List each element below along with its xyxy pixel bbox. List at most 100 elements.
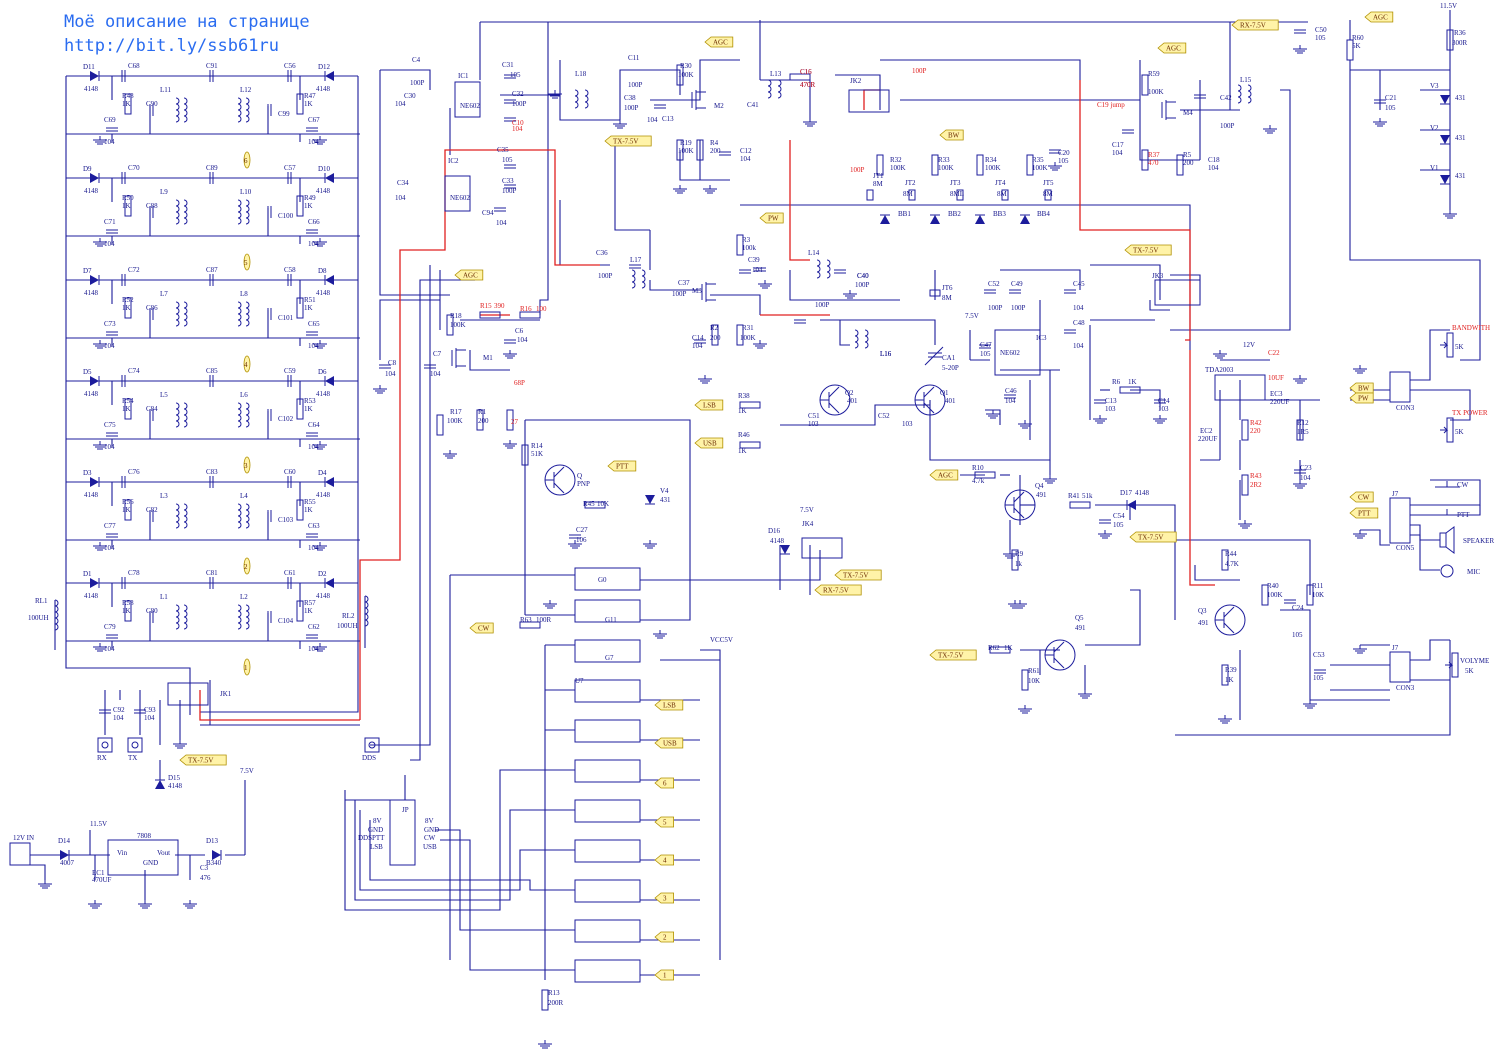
band-number: 2 xyxy=(244,563,248,571)
resistor-label: R55 xyxy=(304,498,316,506)
label: 100P xyxy=(912,67,927,75)
label: CON5 xyxy=(1396,544,1415,552)
label: R63 xyxy=(520,616,532,624)
label: 104 xyxy=(517,336,528,344)
diode-value: 4148 xyxy=(84,85,99,93)
label: 104 xyxy=(647,116,658,124)
net-flag-label: PW xyxy=(768,215,779,223)
label: RX xyxy=(97,754,107,762)
cap-label: C68 xyxy=(128,62,140,70)
net-flag-label: LSB xyxy=(663,702,676,710)
optocoupler xyxy=(574,919,641,943)
coil xyxy=(641,269,646,289)
ground-symbol xyxy=(173,740,187,749)
label: D17 xyxy=(1120,489,1133,497)
cap-label: C60 xyxy=(284,468,296,476)
diode xyxy=(325,376,334,386)
label: G7 xyxy=(605,654,614,662)
coil xyxy=(175,97,180,123)
cap-label: C71 xyxy=(104,218,116,226)
label: LSB xyxy=(370,843,383,851)
resistor-value: 1K xyxy=(122,100,131,108)
wire xyxy=(539,22,549,315)
coil xyxy=(175,199,180,225)
label: 390 xyxy=(494,302,505,310)
resistor-value: 1K xyxy=(304,405,313,413)
coil xyxy=(183,503,188,529)
label: C13 xyxy=(1105,397,1117,405)
diode xyxy=(90,578,99,588)
label: 100P xyxy=(624,104,639,112)
label: 68P xyxy=(514,379,525,387)
diode-value: 4148 xyxy=(316,592,331,600)
label: C27 xyxy=(576,526,588,534)
label: 1K xyxy=(738,407,747,415)
sma-center xyxy=(101,741,109,749)
cap-label: C56 xyxy=(284,62,296,70)
net-flag-label: BW xyxy=(1358,385,1370,393)
label: 100P xyxy=(988,304,1003,312)
resistor-value: 1K xyxy=(122,304,131,312)
label: Vin xyxy=(117,849,128,857)
label: C35 xyxy=(497,146,509,154)
wire xyxy=(1090,264,1161,300)
wire xyxy=(700,649,721,960)
pot-wiper xyxy=(1440,426,1449,434)
label: R35 xyxy=(1032,156,1044,164)
diode xyxy=(1440,175,1450,184)
net-flag-label: TX-7.5V xyxy=(1133,247,1158,255)
resistor-value: 1K xyxy=(122,202,131,210)
label: GND xyxy=(143,859,158,867)
label: 10K xyxy=(597,500,609,508)
coil-label: L10 xyxy=(240,188,252,196)
wire xyxy=(359,149,600,720)
potentiometer xyxy=(1446,332,1454,358)
label: 5K xyxy=(1465,667,1474,675)
label: SPEAKER xyxy=(1463,537,1494,545)
ground-symbol xyxy=(443,450,457,459)
wire xyxy=(863,89,880,110)
jk1-body xyxy=(167,682,209,706)
label: JK3 xyxy=(1152,272,1164,280)
cap-label: C72 xyxy=(128,266,140,274)
label: C46 xyxy=(1005,387,1017,395)
label: EC2 xyxy=(1200,427,1213,435)
label: 100K xyxy=(678,71,694,79)
cap-label: C74 xyxy=(128,367,140,375)
label: C49 xyxy=(1011,280,1023,288)
label: 1R5 xyxy=(1297,428,1309,436)
label: CON3 xyxy=(1396,684,1415,692)
label: 4148 xyxy=(770,537,785,545)
coil xyxy=(245,301,250,327)
diode xyxy=(90,275,99,285)
label: 1k xyxy=(1015,560,1023,568)
label: 105 xyxy=(1113,521,1124,529)
resistor-label: R56 xyxy=(122,498,134,506)
label: C7 xyxy=(433,350,442,358)
label: 105 xyxy=(502,156,513,164)
cap-value: 104 xyxy=(104,240,115,248)
label: 8V xyxy=(373,817,382,825)
label: CW xyxy=(1457,481,1469,489)
diode-label: D1 xyxy=(83,570,92,578)
diode-value: 4148 xyxy=(316,491,331,499)
wire xyxy=(1410,505,1481,516)
label: R40 xyxy=(1267,582,1279,590)
resistor xyxy=(1241,474,1249,496)
label: MIC xyxy=(1467,568,1481,576)
label: C14 xyxy=(692,334,704,342)
label: 401 xyxy=(847,397,858,405)
label: RL2 xyxy=(342,612,355,620)
diode-value: 4148 xyxy=(84,592,99,600)
wire xyxy=(359,810,575,891)
coil-label: L9 xyxy=(160,188,168,196)
cap-value: 104 xyxy=(104,544,115,552)
cap-label: C102 xyxy=(278,415,294,423)
label: VCC5V xyxy=(710,636,733,644)
diode xyxy=(90,71,99,81)
label: C4 xyxy=(412,56,421,64)
label: 5K xyxy=(1352,42,1361,50)
label: 5K xyxy=(1455,343,1464,351)
label: CA1 xyxy=(942,354,956,362)
label: C30 xyxy=(404,92,416,100)
